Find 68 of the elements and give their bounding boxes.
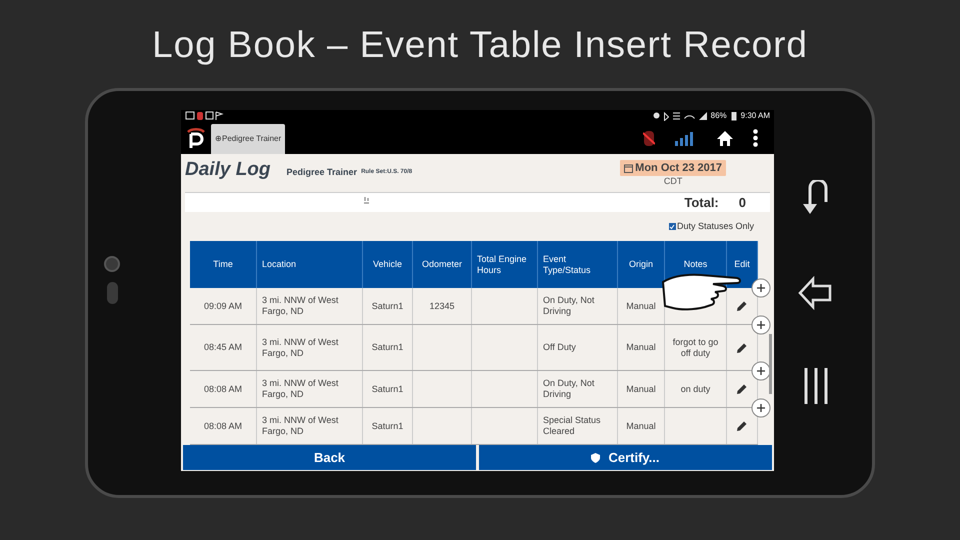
scrollbar xyxy=(769,334,772,394)
insert-plus-button[interactable] xyxy=(751,361,771,381)
app-logo xyxy=(186,126,206,150)
table-cell: Manual xyxy=(626,300,656,312)
wifi-icon xyxy=(684,114,695,118)
driver-name: Pedigree Trainer xyxy=(286,166,358,179)
certify-button[interactable]: Certify... xyxy=(479,445,772,470)
checkbox[interactable] xyxy=(668,223,676,230)
more-menu-icon[interactable] xyxy=(753,129,758,147)
table-cell: Manual xyxy=(626,342,656,353)
battery-percent: 86% xyxy=(710,110,727,122)
edit-pencil-icon[interactable] xyxy=(736,342,748,354)
slide-title: Log Book – Event Table Insert Record xyxy=(152,26,808,67)
bluetooth-icon xyxy=(664,112,669,120)
table-cell: Saturn1 xyxy=(372,384,404,394)
column-header: Time xyxy=(190,241,257,288)
table-cell-text: On Duty, Not Driving xyxy=(543,295,596,317)
shield-check-icon xyxy=(591,452,600,462)
recents-icon xyxy=(803,368,829,404)
table-cell-text: 3 mi. NNW of West Fargo, ND xyxy=(262,336,340,358)
bluetooth-off-icon xyxy=(643,130,655,146)
clock-time: 9:30 AM xyxy=(740,110,770,122)
insert-plus-button[interactable] xyxy=(751,398,771,418)
column-header: Total Engine Hours xyxy=(472,241,538,288)
home-icon xyxy=(717,130,733,146)
page-title: Daily Log xyxy=(185,160,271,179)
table-cell: Saturn1 xyxy=(372,342,404,353)
calendar-icon xyxy=(624,164,634,172)
table-cell: 08:08 AM xyxy=(204,384,242,394)
table-cell: Manual xyxy=(626,420,656,432)
back-button[interactable]: Back xyxy=(183,445,476,470)
column-header: Event Type/Status xyxy=(538,241,618,288)
table-cell-text: 3 mi. NNW of West Fargo, ND xyxy=(262,378,340,400)
sensor-icon xyxy=(107,282,118,304)
edit-pencil-icon[interactable] xyxy=(736,300,748,312)
table-cell: 08:08 AM xyxy=(204,420,242,432)
date-badge[interactable]: Mon Oct 23 2017 xyxy=(620,160,726,176)
column-header: Vehicle xyxy=(363,241,413,288)
table-cell: 08:45 AM xyxy=(204,342,242,353)
table-cell: Off Duty xyxy=(543,342,576,353)
back-arrow-icon xyxy=(798,276,832,310)
total-value: 0 xyxy=(738,194,746,212)
timezone-label: CDT xyxy=(664,177,682,186)
table-cell-text: 3 mi. NNW of West Fargo, ND xyxy=(262,295,340,317)
cell-signal-icon xyxy=(698,112,707,120)
column-header: Odometer xyxy=(413,241,472,288)
table-cell-text: 3 mi. NNW of West Fargo, ND xyxy=(262,415,340,437)
edit-pencil-icon[interactable] xyxy=(736,383,748,395)
column-header: Location xyxy=(257,241,363,288)
table-cell: on duty xyxy=(680,384,710,394)
table-cell: 09:09 AM xyxy=(204,300,242,312)
table-cell: Saturn1 xyxy=(372,300,404,312)
app-tab[interactable]: ⊕Pedigree Trainer xyxy=(211,124,286,154)
table-cell-text: Special Status Cleared xyxy=(543,415,602,437)
insert-plus-button[interactable] xyxy=(751,278,771,298)
table-cell: Manual xyxy=(626,384,656,394)
table-cell-text: On Duty, Not Driving xyxy=(543,378,596,400)
table-cell: Saturn1 xyxy=(372,420,404,432)
insert-plus-button[interactable] xyxy=(751,315,771,335)
checkbox-label: Duty Statuses Only xyxy=(676,220,754,233)
table-cell: 12345 xyxy=(429,300,455,312)
edit-pencil-icon[interactable] xyxy=(736,420,748,432)
mute-icon xyxy=(672,112,680,120)
battery-icon xyxy=(730,111,737,121)
table-cell-text: forgot to go off duty xyxy=(672,336,720,358)
notification-icons xyxy=(185,111,225,121)
location-icon xyxy=(652,112,660,120)
total-label: Total: xyxy=(684,194,719,212)
